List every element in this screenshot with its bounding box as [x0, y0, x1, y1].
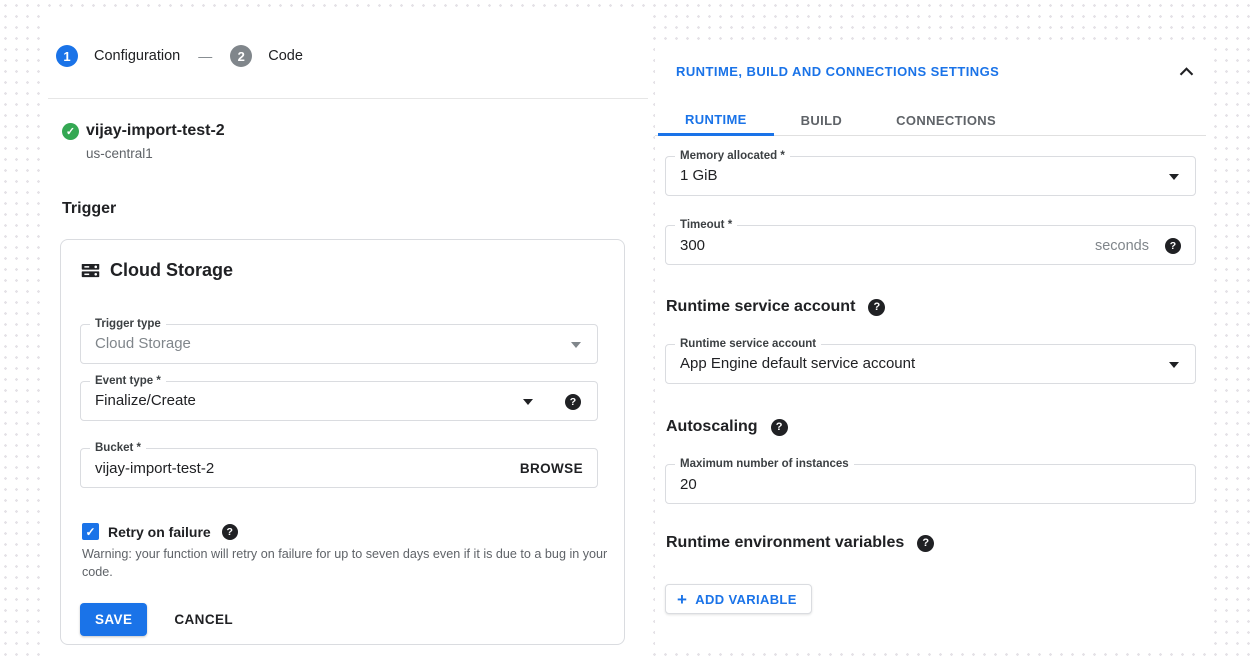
- max-instances-label: Maximum number of instances: [675, 457, 854, 472]
- timeout-unit: seconds: [1095, 226, 1149, 266]
- settings-tabs: RUNTIME BUILD CONNECTIONS: [658, 105, 1023, 136]
- bucket-field: Bucket * BROWSE: [80, 448, 598, 488]
- autoscaling-heading-row: Autoscaling ?: [666, 418, 788, 436]
- timeout-label: Timeout *: [675, 218, 737, 233]
- cancel-button[interactable]: CANCEL: [174, 612, 233, 627]
- trigger-section-title: Trigger: [62, 200, 116, 218]
- service-account-help-icon[interactable]: ?: [868, 299, 885, 316]
- event-type-label: Event type *: [90, 374, 166, 389]
- timeout-field: Timeout * seconds ?: [665, 225, 1196, 265]
- trigger-type-label: Trigger type: [90, 317, 166, 332]
- service-account-heading: Runtime service account: [666, 298, 855, 316]
- step-1-label[interactable]: Configuration: [94, 48, 180, 64]
- trigger-card: Cloud Storage Trigger type Cloud Storage…: [60, 239, 625, 645]
- plus-icon: +: [677, 591, 687, 608]
- step-separator: —: [198, 48, 212, 64]
- add-variable-button[interactable]: + ADD VARIABLE: [665, 584, 812, 614]
- function-name: vijay-import-test-2: [86, 122, 225, 140]
- dropdown-arrow-icon: [1169, 174, 1179, 180]
- dropdown-arrow-icon: [1169, 362, 1179, 368]
- settings-expander-header[interactable]: RUNTIME, BUILD AND CONNECTIONS SETTINGS: [676, 64, 1194, 79]
- service-account-select[interactable]: Runtime service account App Engine defau…: [665, 344, 1196, 384]
- success-check-icon: ✓: [62, 123, 79, 140]
- env-vars-heading: Runtime environment variables: [666, 534, 904, 552]
- bucket-label: Bucket *: [90, 441, 146, 456]
- env-vars-help-icon[interactable]: ?: [917, 535, 934, 552]
- event-type-help-icon[interactable]: ?: [565, 394, 581, 410]
- service-account-label: Runtime service account: [675, 337, 821, 352]
- service-account-heading-row: Runtime service account ?: [666, 298, 885, 316]
- step-1-badge[interactable]: 1: [56, 45, 78, 67]
- tab-connections[interactable]: CONNECTIONS: [869, 105, 1023, 136]
- add-variable-label: ADD VARIABLE: [695, 592, 796, 607]
- save-button[interactable]: SAVE: [80, 603, 147, 636]
- configuration-panel: 1 Configuration — 2 Code ✓ vijay-import-…: [40, 12, 648, 658]
- retry-warning-text: Warning: your function will retry on fai…: [82, 546, 609, 581]
- memory-allocated-label: Memory allocated *: [675, 149, 790, 164]
- retry-row: ✓ Retry on failure ?: [82, 523, 238, 540]
- dropdown-arrow-icon: [571, 342, 581, 348]
- settings-expander-label: RUNTIME, BUILD AND CONNECTIONS SETTINGS: [676, 64, 999, 79]
- trigger-type-select: Trigger type Cloud Storage: [80, 324, 598, 364]
- cloud-storage-icon: [80, 260, 101, 281]
- function-status-row: ✓ vijay-import-test-2: [62, 122, 225, 140]
- autoscaling-heading: Autoscaling: [666, 418, 758, 436]
- browse-button[interactable]: BROWSE: [520, 449, 583, 489]
- step-2-label[interactable]: Code: [268, 48, 303, 64]
- autoscaling-help-icon[interactable]: ?: [771, 419, 788, 436]
- event-type-select[interactable]: Event type * Finalize/Create ?: [80, 381, 598, 421]
- timeout-help-icon[interactable]: ?: [1165, 238, 1181, 254]
- trigger-card-header: Cloud Storage: [80, 260, 233, 281]
- step-2-badge[interactable]: 2: [230, 45, 252, 67]
- tab-build[interactable]: BUILD: [774, 105, 869, 136]
- stepper: 1 Configuration — 2 Code: [56, 45, 321, 67]
- chevron-up-icon[interactable]: [1179, 67, 1194, 76]
- page: { "stepper": { "step1": { "number": "1",…: [0, 0, 1252, 658]
- function-region: us-central1: [86, 146, 153, 161]
- env-vars-heading-row: Runtime environment variables ?: [666, 534, 934, 552]
- retry-checkbox[interactable]: ✓: [82, 523, 99, 540]
- tab-runtime[interactable]: RUNTIME: [658, 105, 774, 136]
- trigger-card-actions: SAVE CANCEL: [80, 603, 233, 636]
- runtime-settings-panel: RUNTIME, BUILD AND CONNECTIONS SETTINGS …: [655, 48, 1206, 645]
- trigger-card-title: Cloud Storage: [110, 260, 233, 281]
- stepper-divider: [48, 98, 648, 99]
- retry-help-icon[interactable]: ?: [222, 524, 238, 540]
- max-instances-field: Maximum number of instances: [665, 464, 1196, 504]
- memory-allocated-select[interactable]: Memory allocated * 1 GiB: [665, 156, 1196, 196]
- retry-label: Retry on failure: [108, 524, 211, 540]
- dropdown-arrow-icon: [523, 399, 533, 405]
